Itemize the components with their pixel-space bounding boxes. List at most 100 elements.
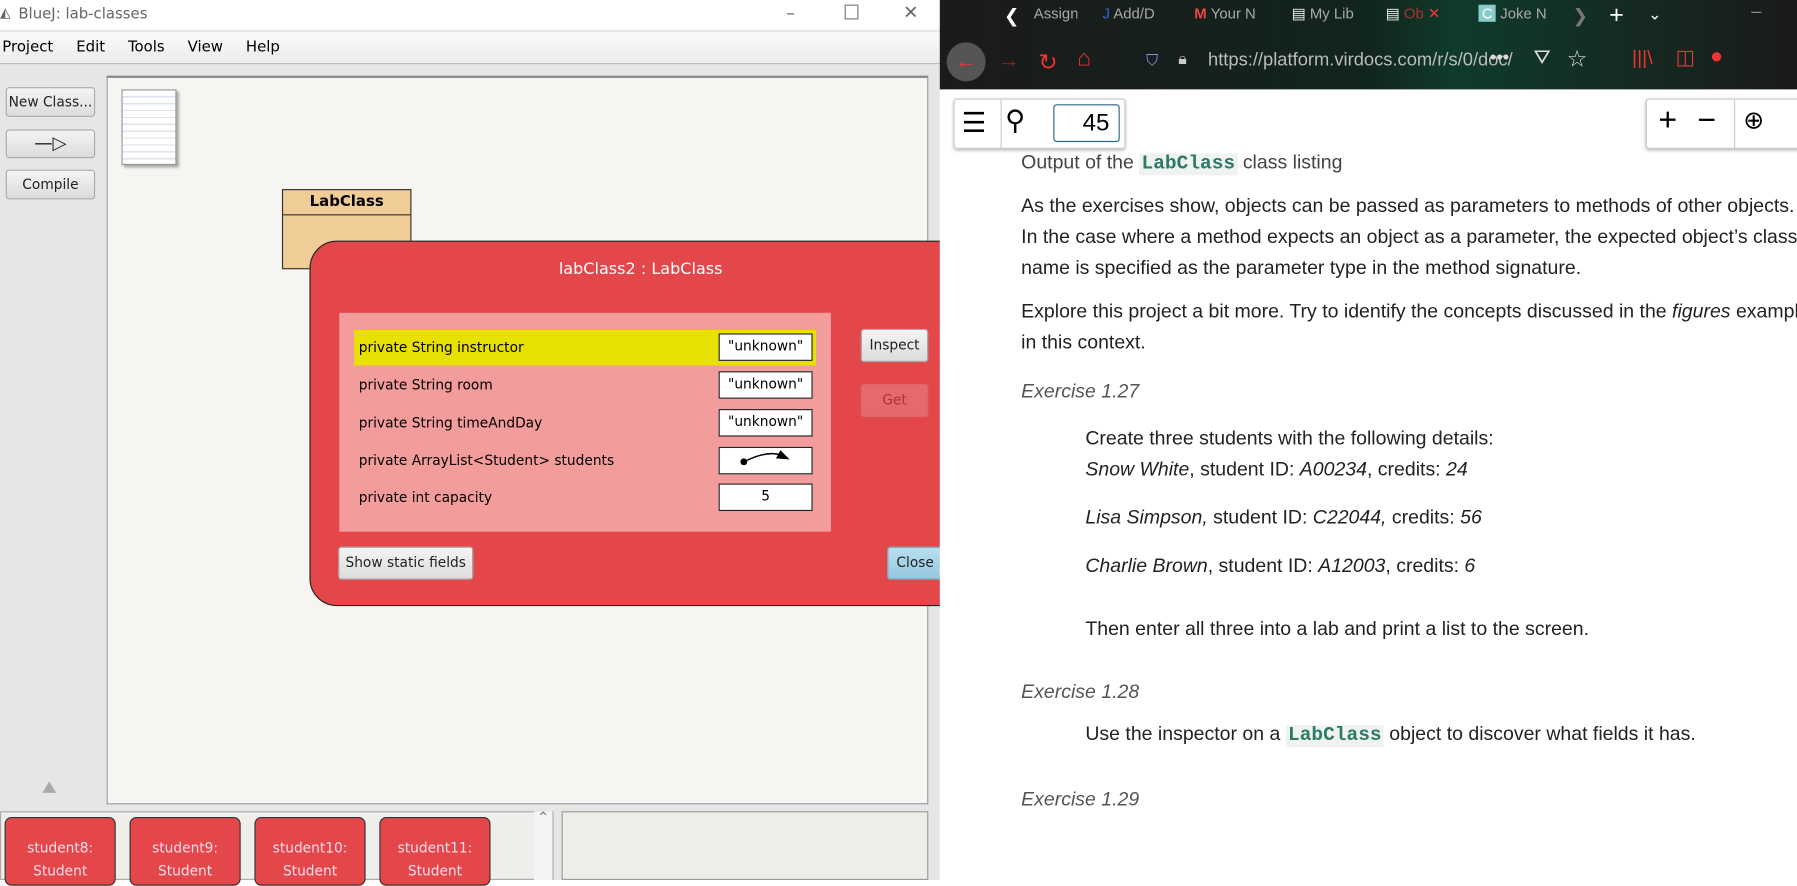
tab-label: Ob [1403, 4, 1424, 22]
student-name: Lisa Simpson, [1085, 506, 1208, 529]
new-class-button[interactable]: New Class... [5, 87, 96, 117]
field-row-capacity[interactable]: private int capacity 5 [354, 480, 816, 516]
close-button[interactable]: Close [887, 546, 944, 580]
new-tab-icon[interactable]: + [1609, 0, 1624, 30]
tab-ob[interactable]: ▤ Ob ✕ [1386, 5, 1455, 30]
object-inspector-dialog: labClass2 : LabClass private String inst… [309, 240, 972, 607]
menu-edit[interactable]: Edit [74, 32, 114, 56]
j-icon: J [1102, 4, 1114, 22]
object-student8[interactable]: student8: Student [4, 816, 116, 886]
account-icon[interactable]: ● [1710, 45, 1723, 70]
minimize-browser-icon[interactable]: – [1751, 2, 1761, 23]
credits: 6 [1464, 554, 1476, 577]
object-student9[interactable]: student9: Student [129, 816, 241, 886]
exercise-heading: Exercise 1.27 [1021, 380, 1140, 403]
tab-joke[interactable]: C Joke N [1478, 4, 1549, 30]
caption-text: Output of the [1021, 151, 1134, 174]
bookmark-add-icon[interactable]: ⊕ [1743, 105, 1764, 135]
tab-list-icon[interactable]: ⌄ [1648, 5, 1661, 24]
menu-view[interactable]: View [185, 32, 232, 56]
object-student10[interactable]: student10: Student [254, 816, 366, 886]
fields-panel: private String instructor "unknown" priva… [339, 312, 831, 532]
gmail-icon: M [1194, 4, 1211, 22]
inspector-title: labClass2 : LabClass [558, 260, 723, 279]
window-title: BlueJ: lab-classes [18, 5, 148, 23]
object-student11[interactable]: student11: Student [379, 816, 491, 886]
tab-add[interactable]: J Add/D [1103, 5, 1163, 30]
menu-icon[interactable]: ☰ [962, 107, 987, 140]
text: Explore this project a bit more. Try to … [1021, 300, 1667, 322]
sidebar-icon[interactable]: ◫ [1676, 46, 1696, 70]
menu-bar: Project Edit Tools View Help [0, 32, 940, 65]
home-icon[interactable]: ⌂ [1077, 46, 1091, 72]
library-icon[interactable]: |||\ [1632, 47, 1653, 70]
bluej-titlebar: ◭ BlueJ: lab-classes – ✕ [0, 0, 940, 30]
arrow-icon: —▷ [34, 131, 67, 154]
credits: 56 [1460, 506, 1482, 529]
code-labclass: LabClass [1285, 725, 1384, 748]
field-value: "unknown" [718, 409, 813, 437]
menu-project[interactable]: Project [0, 32, 62, 56]
shield-icon[interactable]: ⛉ [1146, 50, 1158, 69]
field-label: private String instructor [358, 339, 524, 356]
inheritance-arrow-button[interactable]: —▷ [5, 129, 96, 159]
url-bar[interactable]: https://platform.virdocs.com/r/s/0/doc/ [1208, 50, 1513, 71]
field-row-room[interactable]: private String room "unknown" [354, 368, 816, 404]
tab-label: Your N [1210, 4, 1256, 22]
field-row-students[interactable]: private ArrayList<Student> students [354, 443, 816, 479]
field-value: "unknown" [718, 371, 813, 399]
student-id: A12003 [1318, 554, 1386, 577]
page-number-input[interactable]: 45 [1053, 104, 1120, 143]
listing-caption: Output of the LabClass class listing [1021, 147, 1797, 180]
tab-close-icon[interactable]: ✕ [1424, 5, 1440, 22]
close-window-button[interactable]: ✕ [903, 1, 918, 23]
class-name: LabClass [283, 190, 411, 216]
get-button[interactable]: Get [860, 383, 929, 418]
field-row-instructor[interactable]: private String instructor "unknown" [354, 329, 817, 366]
tabs-scroll-right-icon[interactable]: ❯ [1572, 5, 1587, 28]
exercise-text: Create three students with the following… [1085, 427, 1494, 450]
maximize-button[interactable] [844, 4, 859, 20]
menu-help[interactable]: Help [244, 32, 289, 56]
browser-window: ❮ Assign J Add/D M Your N ▤ My Lib ▤ Ob … [939, 0, 1797, 880]
pocket-icon[interactable]: ⛛ [1533, 46, 1550, 70]
page-actions-icon[interactable]: ••• [1490, 48, 1509, 69]
object-reference-arrow-icon [718, 446, 813, 475]
back-icon[interactable]: ← [946, 42, 986, 82]
paragraph: As the exercises show, objects can be pa… [1021, 194, 1797, 279]
inspect-button[interactable]: Inspect [860, 328, 929, 363]
show-static-fields-button[interactable]: Show static fields [338, 546, 474, 580]
zoom-out-icon[interactable]: − [1697, 102, 1716, 139]
reader-toolbar-right: + − ⊕ [1645, 98, 1797, 149]
text: , credits: [1385, 554, 1465, 577]
field-label: private String timeAndDay [358, 414, 543, 431]
student-id: C22044, [1312, 506, 1387, 529]
tabs-scroll-left-icon[interactable]: ❮ [1004, 5, 1019, 28]
search-icon[interactable]: ⚲ [1005, 104, 1025, 137]
menu-tools[interactable]: Tools [126, 32, 174, 56]
exercise-heading: Exercise 1.29 [1021, 788, 1140, 811]
tab-gmail[interactable]: M Your N [1194, 5, 1257, 30]
field-label: private int capacity [358, 489, 493, 506]
tab-assign[interactable]: Assign [1034, 5, 1078, 30]
field-row-timeandday[interactable]: private String timeAndDay "unknown" [354, 406, 816, 442]
bench-scrollbar[interactable]: ^ [534, 811, 553, 880]
zoom-in-icon[interactable]: + [1658, 102, 1677, 139]
student-detail: Charlie Brown, student ID: A12003, credi… [1085, 550, 1797, 581]
forward-icon[interactable]: → [997, 48, 1020, 74]
readme-note-icon[interactable] [121, 89, 177, 165]
tab-my-lib[interactable]: ▤ My Lib [1292, 5, 1361, 30]
object-name: student8: [27, 839, 94, 856]
reload-icon[interactable]: ↻ [1038, 48, 1057, 77]
field-value: "unknown" [718, 333, 813, 361]
codepad-panel[interactable] [561, 811, 929, 880]
object-type: Student [407, 862, 463, 879]
bookmark-star-icon[interactable]: ☆ [1567, 45, 1588, 74]
compile-button[interactable]: Compile [5, 169, 96, 200]
emphasis: figures [1672, 300, 1731, 322]
expand-triangle-icon[interactable] [42, 781, 57, 793]
text: object to discover what fields it has. [1389, 722, 1696, 745]
credits: 24 [1446, 458, 1468, 481]
field-value: 5 [718, 483, 813, 512]
minimize-button[interactable]: – [786, 2, 795, 23]
